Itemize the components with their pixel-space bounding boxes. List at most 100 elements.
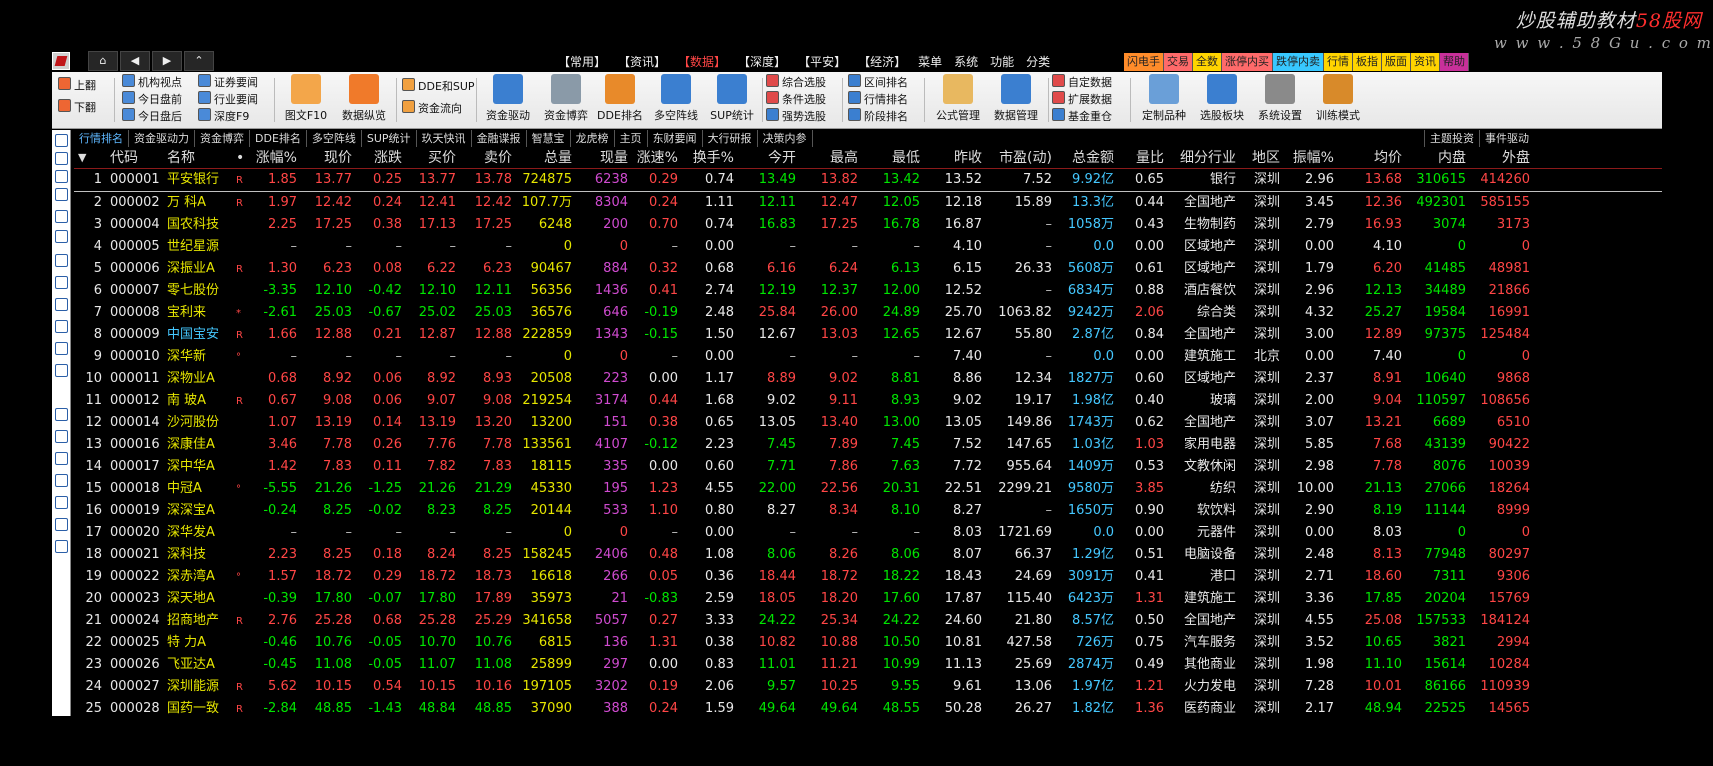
function-tab[interactable]: 大行研报 [703, 130, 758, 147]
flip-up-button[interactable]: 上翻 [58, 77, 96, 93]
custom-kind-button[interactable]: 定制品种 [1136, 74, 1192, 123]
news-icon[interactable] [55, 298, 68, 311]
export-icon[interactable] [55, 496, 68, 509]
etf-icon[interactable] [55, 474, 68, 487]
menu-item[interactable]: 【经济】 [852, 53, 912, 71]
train-mode-button[interactable]: 训练模式 [1310, 74, 1366, 123]
fund-drive-button[interactable]: 资金驱动 [480, 74, 536, 123]
down-arrow-icon[interactable] [55, 152, 68, 165]
table-row[interactable]: 25 000028 国药一致 R -2.84 48.85 -1.43 48.84 48.85 37… [74, 698, 1662, 716]
line-chart-icon[interactable] [55, 210, 68, 223]
function-tab[interactable]: 龙虎榜 [571, 130, 615, 147]
table-row[interactable]: 7 000008 宝利来 * -2.61 25.03 -0.67 25.02 25.03 3657… [74, 302, 1662, 324]
column-header[interactable]: 卖价 [460, 148, 512, 168]
quote-rank-button[interactable]: 行情排名 [848, 91, 908, 107]
function-tab[interactable]: 决策内参 [758, 130, 813, 147]
strong-pick-button[interactable]: 强势选股 [766, 108, 826, 124]
column-header[interactable]: 市盈(动) [986, 148, 1052, 168]
kline-icon[interactable] [55, 230, 68, 243]
range-rank-button[interactable]: 区间排名 [848, 74, 908, 90]
broker-report-button[interactable]: 证券要闻 [198, 74, 258, 90]
table-row[interactable]: 20 000023 深天地A -0.39 17.80 -0.07 17.80 17.89 359… [74, 588, 1662, 610]
function-tab-right[interactable]: 主题投资 [1424, 130, 1479, 147]
table-row[interactable]: 12 000014 沙河股份 1.07 13.19 0.14 13.19 13.20 13200… [74, 412, 1662, 434]
table-row[interactable]: 17 000020 深华发A – – – – –0 0–0.00– – –8.03 1721.69 0.… [74, 522, 1662, 544]
f10-button[interactable]: 图文F10 [280, 74, 332, 123]
column-header[interactable]: 振幅% [1286, 148, 1334, 168]
column-header[interactable]: 今开 [742, 148, 796, 168]
today-before-button[interactable]: 今日盘前 [122, 91, 182, 107]
function-tab[interactable]: 行情排名 [74, 130, 129, 147]
today-after-button[interactable]: 今日盘后 [122, 108, 182, 124]
f9-icon[interactable] [55, 320, 68, 333]
table-row[interactable]: 5 000006 深振业A R 1.30 6.23 0.08 6.22 6.23 90467 884… [74, 258, 1662, 280]
forward-icon[interactable]: ▶ [152, 51, 182, 71]
column-header[interactable]: 总量 [516, 148, 572, 168]
custom-data-button[interactable]: 自定数据 [1052, 74, 1112, 90]
grid-icon[interactable] [55, 254, 68, 267]
function-tab[interactable]: 主页 [615, 130, 648, 147]
quick-tab[interactable]: 行情 [1324, 53, 1353, 71]
column-header[interactable]: 量比 [1118, 148, 1164, 168]
table-row[interactable]: 10 000011 深物业A 0.68 8.92 0.06 8.92 8.93 20508 223… [74, 368, 1662, 390]
dde-rank-button[interactable]: DDE排名 [594, 74, 646, 123]
dice-icon[interactable] [55, 452, 68, 465]
multi-line-button[interactable]: 多空阵线 [648, 74, 704, 123]
column-header[interactable]: 均价 [1344, 148, 1402, 168]
quick-tab[interactable]: 跌停内卖 [1273, 53, 1324, 71]
table-row[interactable]: 11 000012 南 玻A R 0.67 9.08 0.06 9.07 9.08 219254 3… [74, 390, 1662, 412]
column-header[interactable]: 昨收 [926, 148, 982, 168]
function-tab[interactable]: DDE排名 [250, 130, 307, 147]
column-header[interactable]: 买价 [404, 148, 456, 168]
table-row[interactable]: 2 000002 万 科A R 1.97 12.42 0.24 12.41 12.42 107.7… [74, 192, 1662, 214]
table-row[interactable]: 16 000019 深深宝A -0.24 8.25 -0.02 8.23 8.25 20144 5… [74, 500, 1662, 522]
function-tab[interactable]: SUP统计 [362, 130, 417, 147]
column-header[interactable]: 最低 [864, 148, 920, 168]
menu-item[interactable]: 【常用】 [552, 53, 612, 71]
function-tab[interactable]: 资金驱动力 [129, 130, 195, 147]
compare-icon[interactable] [55, 342, 68, 355]
fund-pos-button[interactable]: 基金重仓 [1052, 108, 1112, 124]
function-tab[interactable]: 东财要闻 [648, 130, 703, 147]
menu-item[interactable]: 功能 [984, 53, 1020, 71]
pick-board-button[interactable]: 选股板块 [1194, 74, 1250, 123]
column-header[interactable]: 细分行业 [1174, 148, 1236, 168]
function-tab[interactable]: 金融谍报 [472, 130, 527, 147]
menu-item[interactable]: 【数据】 [672, 53, 732, 71]
quick-tab[interactable]: 版面 [1382, 53, 1411, 71]
industry-news-button[interactable]: 行业要闻 [198, 91, 258, 107]
f10-icon[interactable] [55, 276, 68, 289]
column-header[interactable]: 代码 [110, 148, 164, 168]
quick-tab[interactable]: 涨停内买 [1222, 53, 1273, 71]
table-row[interactable]: 9 000010 深华新 ° – – – – – 0 0 – 0.00 – – – 7.40 – 0.0 0.00 建筑… [74, 346, 1662, 368]
table-row[interactable]: 1 000001 平安银行 R 1.85 13.77 0.25 13.77 13.78 72487… [74, 169, 1662, 192]
inst-view-button[interactable]: 机构视点 [122, 74, 182, 90]
table-row[interactable]: 22 000025 特 力A -0.46 10.76 -0.05 10.70 10.76 681… [74, 632, 1662, 654]
table-row[interactable]: 3 000004 国农科技 2.25 17.25 0.38 17.13 17.25 6248 20… [74, 214, 1662, 236]
menu-item[interactable]: 系统 [948, 53, 984, 71]
sort-icon[interactable] [55, 430, 68, 443]
column-header[interactable]: 总金额 [1056, 148, 1114, 168]
function-tab[interactable]: 多空阵线 [307, 130, 362, 147]
table-row[interactable]: 23 000026 飞亚达A -0.45 11.08 -0.05 11.07 11.08 258… [74, 654, 1662, 676]
fund-game-button[interactable]: 资金博弈 [538, 74, 594, 123]
column-header[interactable]: 现价 [302, 148, 352, 168]
column-header[interactable]: 内盘 [1406, 148, 1466, 168]
dde-sup-button[interactable]: DDE和SUP [402, 78, 475, 94]
menu-item[interactable]: 【平安】 [792, 53, 852, 71]
column-header[interactable]: 涨跌 [356, 148, 402, 168]
quick-tab[interactable]: 闪电手 [1124, 53, 1164, 71]
combo-pick-button[interactable]: 综合选股 [766, 74, 826, 90]
table-row[interactable]: 8 000009 中国宝安 R 1.66 12.88 0.21 12.87 12.88 22285… [74, 324, 1662, 346]
sup-stat-button[interactable]: SUP统计 [706, 74, 758, 123]
quick-tab[interactable]: 全数 [1193, 53, 1222, 71]
function-tab[interactable]: 智慧宝 [527, 130, 571, 147]
back-icon[interactable]: ◀ [120, 51, 150, 71]
data-mgr-button[interactable]: 数据管理 [988, 74, 1044, 123]
ext-data-button[interactable]: 扩展数据 [1052, 91, 1112, 107]
home-icon[interactable]: ⌂ [88, 51, 118, 71]
print-icon[interactable] [55, 518, 68, 531]
table-icon[interactable] [55, 188, 68, 201]
stage-rank-button[interactable]: 阶段排名 [848, 108, 908, 124]
table-row[interactable]: 13 000016 深康佳A 3.46 7.78 0.26 7.76 7.78 133561 41… [74, 434, 1662, 456]
